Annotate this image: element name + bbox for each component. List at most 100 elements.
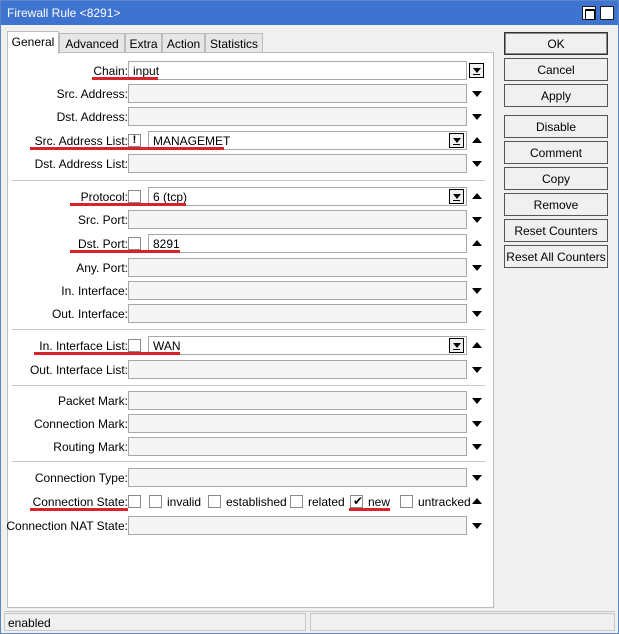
state-invalid-label: invalid <box>167 495 202 509</box>
expand-arrow-icon[interactable] <box>472 91 482 97</box>
state-related-checkbox[interactable] <box>290 495 303 508</box>
chain-row: Chain: input <box>8 60 493 82</box>
collapse-arrow-icon[interactable] <box>472 498 482 504</box>
dst-address-row: Dst. Address: <box>8 106 493 128</box>
maximize-icon[interactable] <box>582 6 596 20</box>
connection-type-label: Connection Type: <box>34 471 128 485</box>
connection-type-field[interactable] <box>128 468 467 487</box>
expand-arrow-icon[interactable] <box>472 114 482 120</box>
in-interface-field[interactable] <box>128 281 467 300</box>
dst-address-list-row: Dst. Address List: <box>8 153 493 175</box>
connection-type-row: Connection Type: <box>8 467 493 489</box>
collapse-arrow-icon[interactable] <box>472 342 482 348</box>
divider <box>12 461 485 462</box>
general-panel: Chain: input Src. Address: Dst. Address:… <box>6 52 494 608</box>
collapse-arrow-icon[interactable] <box>472 193 482 199</box>
expand-arrow-icon[interactable] <box>472 288 482 294</box>
expand-arrow-icon[interactable] <box>472 161 482 167</box>
tab-advanced[interactable]: Advanced <box>59 33 125 53</box>
state-invalid-checkbox[interactable] <box>149 495 162 508</box>
src-address-row: Src. Address: <box>8 83 493 105</box>
connection-mark-field[interactable] <box>128 414 467 433</box>
expand-arrow-icon[interactable] <box>472 367 482 373</box>
expand-arrow-icon[interactable] <box>472 421 482 427</box>
state-new-label: new <box>368 495 391 509</box>
src-address-list-dropdown-icon[interactable] <box>449 133 464 148</box>
in-interface-list-value: WAN <box>153 339 181 353</box>
in-interface-list-field[interactable]: WAN <box>148 336 467 355</box>
protocol-negate-checkbox[interactable] <box>128 190 141 203</box>
in-interface-label: In. Interface: <box>61 284 128 298</box>
divider <box>12 180 485 181</box>
state-established-checkbox[interactable] <box>208 495 221 508</box>
src-address-field[interactable] <box>128 84 467 103</box>
reset-all-counters-button[interactable]: Reset All Counters <box>504 245 608 268</box>
copy-button[interactable]: Copy <box>504 167 608 190</box>
connection-state-negate-checkbox[interactable] <box>128 495 141 508</box>
packet-mark-label: Packet Mark: <box>57 394 128 408</box>
expand-arrow-icon[interactable] <box>472 217 482 223</box>
highlight-underline <box>92 77 158 80</box>
dst-address-field[interactable] <box>128 107 467 126</box>
close-icon[interactable]: × <box>600 6 614 20</box>
title-bar[interactable]: Firewall Rule <8291> × <box>1 1 618 25</box>
protocol-label: Protocol: <box>80 190 128 204</box>
expand-arrow-icon[interactable] <box>472 311 482 317</box>
reset-counters-button[interactable]: Reset Counters <box>504 219 608 242</box>
routing-mark-label: Routing Mark: <box>53 440 128 454</box>
chain-field[interactable]: input <box>128 61 467 80</box>
out-interface-list-label: Out. Interface List: <box>29 363 128 377</box>
status-bar: enabled <box>4 611 615 631</box>
state-new-checkbox[interactable]: ✔ <box>350 494 364 508</box>
tab-action[interactable]: Action <box>162 33 205 53</box>
status-cell: enabled <box>4 613 306 631</box>
connection-state-label: Connection State: <box>32 495 128 509</box>
dst-address-list-field[interactable] <box>128 154 467 173</box>
chain-dropdown-icon[interactable] <box>469 63 484 78</box>
state-established-label: established <box>226 495 287 509</box>
out-interface-row: Out. Interface: <box>8 303 493 325</box>
out-interface-list-field[interactable] <box>128 360 467 379</box>
tab-general[interactable]: General <box>7 31 59 54</box>
state-untracked-checkbox[interactable] <box>400 495 413 508</box>
collapse-arrow-icon[interactable] <box>472 240 482 246</box>
expand-arrow-icon[interactable] <box>472 265 482 271</box>
expand-arrow-icon[interactable] <box>472 523 482 529</box>
in-interface-list-dropdown-icon[interactable] <box>449 338 464 353</box>
out-interface-field[interactable] <box>128 304 467 323</box>
disable-button[interactable]: Disable <box>504 115 608 138</box>
checkmark-icon: ✔ <box>353 494 364 508</box>
protocol-dropdown-icon[interactable] <box>449 189 464 204</box>
src-port-field[interactable] <box>128 210 467 229</box>
remove-button[interactable]: Remove <box>504 193 608 216</box>
tab-extra[interactable]: Extra <box>125 33 162 53</box>
expand-arrow-icon[interactable] <box>472 475 482 481</box>
cancel-button[interactable]: Cancel <box>504 58 608 81</box>
protocol-field[interactable]: 6 (tcp) <box>148 187 467 206</box>
in-interface-list-negate-checkbox[interactable] <box>128 339 141 352</box>
collapse-arrow-icon[interactable] <box>472 137 482 143</box>
src-port-label: Src. Port: <box>77 213 128 227</box>
dst-port-field[interactable]: 8291 <box>148 234 467 253</box>
chain-value: input <box>133 64 160 78</box>
window-title: Firewall Rule <8291> <box>7 6 121 20</box>
highlight-underline <box>70 250 180 253</box>
packet-mark-field[interactable] <box>128 391 467 410</box>
dst-address-list-label: Dst. Address List: <box>34 157 128 171</box>
connection-nat-state-label: Connection NAT State: <box>6 519 128 533</box>
any-port-label: Any. Port: <box>76 261 128 275</box>
any-port-field[interactable] <box>128 258 467 277</box>
dst-port-value: 8291 <box>153 237 180 251</box>
tab-statistics[interactable]: Statistics <box>205 33 263 53</box>
negate-checkbox[interactable]: ! <box>128 134 141 147</box>
routing-mark-field[interactable] <box>128 437 467 456</box>
expand-arrow-icon[interactable] <box>472 398 482 404</box>
connection-nat-state-field[interactable] <box>128 516 467 535</box>
comment-button[interactable]: Comment <box>504 141 608 164</box>
dst-port-negate-checkbox[interactable] <box>128 237 141 250</box>
out-interface-list-row: Out. Interface List: <box>8 359 493 381</box>
expand-arrow-icon[interactable] <box>472 444 482 450</box>
ok-button[interactable]: OK <box>504 32 608 55</box>
src-port-row: Src. Port: <box>8 209 493 231</box>
apply-button[interactable]: Apply <box>504 84 608 107</box>
